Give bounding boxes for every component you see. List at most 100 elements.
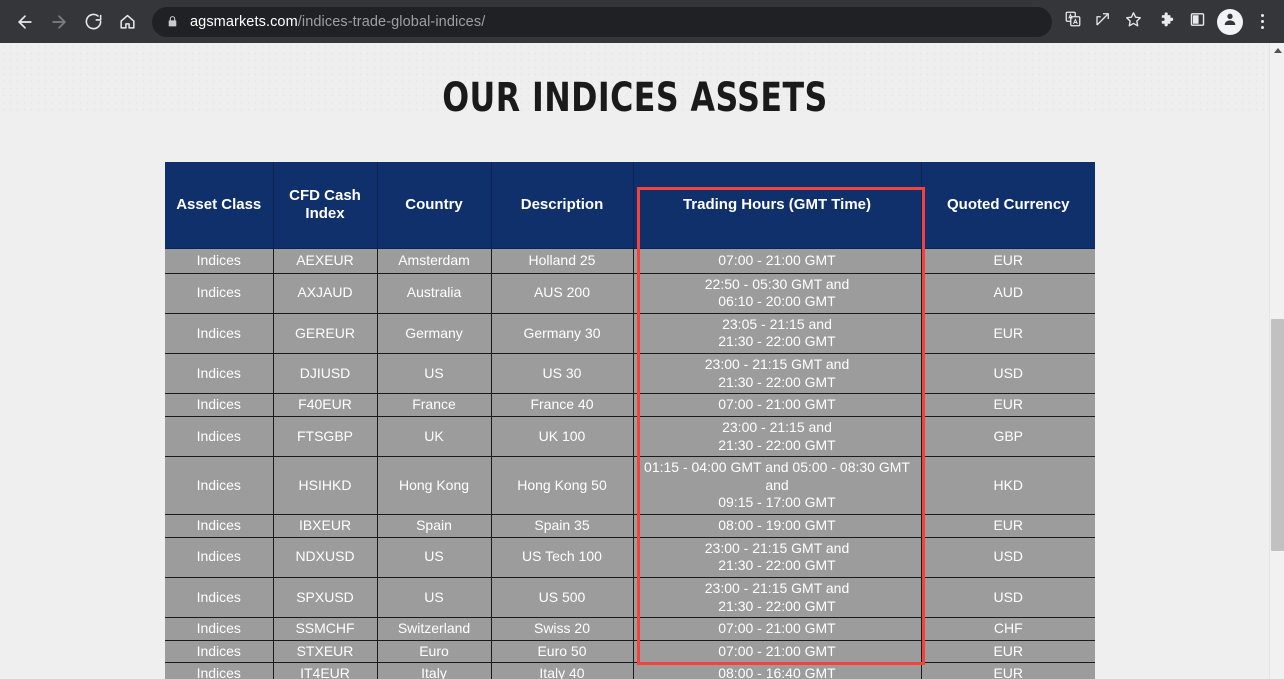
column-header-description[interactable]: Description [491, 162, 634, 248]
cell-country: Euro [377, 640, 492, 664]
bookmark-button[interactable] [1118, 7, 1148, 37]
lock-icon[interactable] [166, 14, 179, 29]
profile-avatar-icon [1222, 11, 1238, 32]
cell-description: AUS 200 [491, 273, 634, 314]
cell-country: Germany [377, 313, 492, 355]
cell-trading-hours: 08:00 - 19:00 GMT [633, 514, 922, 538]
indices-assets-table: Asset Class CFD Cash Index Country Descr… [165, 162, 1095, 679]
table-row: Indices IT4EUR Italy Italy 40 08:00 - 16:40 … [165, 662, 1095, 679]
cell-description: Swiss 20 [491, 617, 634, 641]
cell-country: UK [377, 416, 492, 458]
column-header-trading-hours[interactable]: Trading Hours (GMT Time) [633, 162, 922, 248]
cell-country: France [377, 393, 492, 417]
browser-menu-button[interactable] [1248, 7, 1276, 37]
cell-cfd-cash-index: FTSGBP [273, 416, 378, 458]
cell-asset-class: Indices [165, 313, 274, 355]
cell-asset-class: Indices [165, 456, 274, 515]
cell-quoted-currency: HKD [921, 456, 1095, 515]
cell-cfd-cash-index: STXEUR [273, 640, 378, 664]
scrollbar-up-button[interactable] [1270, 43, 1284, 58]
cell-cfd-cash-index: DJIUSD [273, 353, 378, 395]
cell-trading-hours: 23:05 - 21:15 and 21:30 - 22:00 GMT [633, 313, 922, 355]
cell-trading-hours: 07:00 - 21:00 GMT [633, 393, 922, 417]
browser-toolbar: agsmarkets.com/indices-trade-global-indi… [0, 0, 1284, 43]
reload-button[interactable] [76, 5, 110, 39]
star-icon [1124, 10, 1143, 34]
cell-quoted-currency: EUR [921, 247, 1095, 274]
cell-asset-class: Indices [165, 247, 274, 274]
share-button[interactable] [1088, 7, 1118, 37]
cell-cfd-cash-index: HSIHKD [273, 456, 378, 515]
table-header-row: Asset Class CFD Cash Index Country Descr… [165, 162, 1095, 248]
cell-description: Hong Kong 50 [491, 456, 634, 515]
column-header-asset-class[interactable]: Asset Class [165, 162, 274, 248]
cell-cfd-cash-index: SPXUSD [273, 577, 378, 619]
translate-button[interactable] [1058, 7, 1088, 37]
table-row: Indices AEXEUR Amsterdam Holland 25 07:00 - … [165, 247, 1095, 274]
address-bar[interactable]: agsmarkets.com/indices-trade-global-indi… [152, 6, 1052, 37]
table-row: Indices F40EUR France France 40 07:00 - 21:0… [165, 393, 1095, 417]
cell-description: US Tech 100 [491, 537, 634, 578]
cell-asset-class: Indices [165, 416, 274, 458]
cell-quoted-currency: USD [921, 353, 1095, 395]
table-row: Indices AXJAUD Australia AUS 200 22:50 - 05:… [165, 273, 1095, 314]
cell-asset-class: Indices [165, 353, 274, 395]
indices-assets-table-container: Asset Class CFD Cash Index Country Descr… [165, 162, 1095, 679]
cell-quoted-currency: EUR [921, 313, 1095, 355]
side-panel-icon [1189, 11, 1206, 33]
extensions-button[interactable] [1152, 7, 1182, 37]
cell-asset-class: Indices [165, 537, 274, 578]
cell-country: Spain [377, 514, 492, 538]
table-row: Indices SSMCHF Switzerland Swiss 20 07:00 - … [165, 617, 1095, 641]
cell-description: Holland 25 [491, 247, 634, 274]
url-text: agsmarkets.com/indices-trade-global-indi… [190, 14, 485, 30]
cell-trading-hours: 01:15 - 04:00 GMT and 05:00 - 08:30 GMT … [633, 456, 922, 515]
cell-trading-hours: 23:00 - 21:15 and 21:30 - 22:00 GMT [633, 416, 922, 458]
cell-quoted-currency: EUR [921, 393, 1095, 417]
cell-quoted-currency: CHF [921, 617, 1095, 641]
cell-asset-class: Indices [165, 662, 274, 679]
cell-trading-hours: 23:00 - 21:15 GMT and 21:30 - 22:00 GMT [633, 577, 922, 619]
cell-quoted-currency: GBP [921, 416, 1095, 458]
column-header-cfd-cash-index[interactable]: CFD Cash Index [273, 162, 378, 248]
cell-quoted-currency: USD [921, 577, 1095, 619]
cell-description: Italy 40 [491, 662, 634, 679]
table-row: Indices GEREUR Germany Germany 30 23:05 - 21… [165, 313, 1095, 355]
cell-asset-class: Indices [165, 617, 274, 641]
cell-cfd-cash-index: AEXEUR [273, 247, 378, 274]
forward-arrow-icon [49, 12, 69, 32]
page-title: OUR INDICES ASSETS [442, 75, 828, 121]
back-arrow-icon [15, 12, 35, 32]
column-header-country[interactable]: Country [377, 162, 492, 248]
cell-cfd-cash-index: GEREUR [273, 313, 378, 355]
side-panel-button[interactable] [1182, 7, 1212, 37]
cell-trading-hours: 23:00 - 21:15 GMT and 21:30 - 22:00 GMT [633, 537, 922, 578]
home-button[interactable] [110, 5, 144, 39]
omnibox-actions [1058, 7, 1148, 37]
cell-description: Germany 30 [491, 313, 634, 355]
cell-trading-hours: 07:00 - 21:00 GMT [633, 640, 922, 664]
cell-quoted-currency: AUD [921, 273, 1095, 314]
profile-button[interactable] [1217, 8, 1243, 35]
cell-cfd-cash-index: AXJAUD [273, 273, 378, 314]
three-dot-menu-icon [1260, 14, 1264, 29]
cell-quoted-currency: USD [921, 537, 1095, 578]
back-button[interactable] [8, 5, 42, 39]
cell-asset-class: Indices [165, 640, 274, 664]
scrollbar-thumb[interactable] [1271, 319, 1284, 551]
cell-description: UK 100 [491, 416, 634, 458]
cell-country: Switzerland [377, 617, 492, 641]
cell-description: Spain 35 [491, 514, 634, 538]
cell-cfd-cash-index: NDXUSD [273, 537, 378, 578]
cell-description: US 500 [491, 577, 634, 619]
cell-cfd-cash-index: SSMCHF [273, 617, 378, 641]
translate-icon [1064, 10, 1082, 33]
share-icon [1094, 10, 1112, 33]
forward-button[interactable] [42, 5, 76, 39]
cell-trading-hours: 07:00 - 21:00 GMT [633, 617, 922, 641]
cell-country: Italy [377, 662, 492, 679]
page-scrollbar[interactable] [1269, 43, 1284, 679]
cell-country: US [377, 537, 492, 578]
table-row: Indices DJIUSD US US 30 23:00 - 21:15 GMT an… [165, 353, 1095, 395]
column-header-quoted-currency[interactable]: Quoted Currency [921, 162, 1095, 248]
